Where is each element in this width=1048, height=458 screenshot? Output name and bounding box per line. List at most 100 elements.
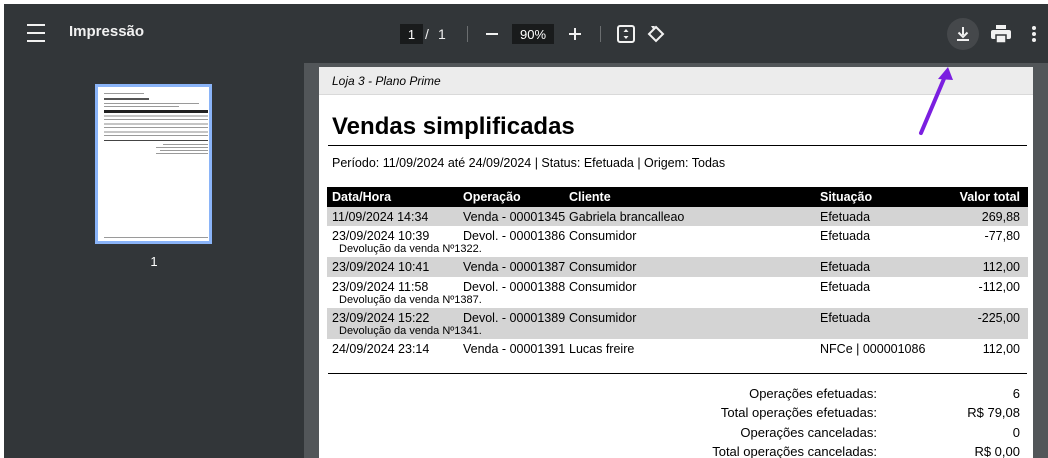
cell-client: Lucas freire bbox=[569, 342, 635, 356]
thumb-line bbox=[104, 93, 144, 94]
thumb-line bbox=[156, 147, 208, 148]
table-row: 23/09/2024 10:41 Venda - 00001387 Consum… bbox=[327, 257, 1028, 277]
summary-value: 6 bbox=[1012, 386, 1020, 401]
download-button[interactable] bbox=[947, 18, 979, 50]
more-options-button[interactable] bbox=[1027, 23, 1041, 45]
cell-status: Efetuada bbox=[820, 210, 871, 224]
table-header: Data/Hora Operação Cliente Situação Valo… bbox=[327, 187, 1028, 207]
zoom-in-button[interactable] bbox=[566, 24, 584, 44]
fit-to-page-button[interactable] bbox=[615, 23, 637, 45]
cell-operation: Venda - 00001391 bbox=[463, 342, 566, 356]
print-button[interactable] bbox=[989, 22, 1013, 46]
column-header-client: Cliente bbox=[569, 190, 611, 204]
zoom-input[interactable]: 90% bbox=[512, 24, 554, 44]
download-icon bbox=[957, 27, 969, 41]
cell-status: NFCe | 000001086 bbox=[820, 342, 926, 356]
summary-label: Operações efetuadas: bbox=[749, 386, 877, 401]
table-row: 11/09/2024 14:34 Venda - 00001345 Gabrie… bbox=[327, 207, 1028, 226]
cell-date: 23/09/2024 15:22 bbox=[332, 311, 430, 325]
zoom-out-button[interactable] bbox=[483, 24, 501, 44]
thumb-line bbox=[104, 237, 208, 238]
thumb-line bbox=[160, 150, 208, 151]
viewer-title: Impressão bbox=[69, 23, 145, 40]
more-vertical-icon bbox=[1032, 26, 1036, 42]
cell-status: Efetuada bbox=[820, 260, 871, 274]
row-note: Devolução da venda Nº1387. bbox=[339, 294, 482, 306]
row-note: Devolução da venda Nº1341. bbox=[339, 325, 482, 337]
report-title: Vendas simplificadas bbox=[332, 113, 575, 140]
cell-status: Efetuada bbox=[820, 229, 871, 243]
toolbar-divider bbox=[600, 26, 601, 42]
pdf-viewer: Impressão 1 / 1 90% 1 Loja 3 - Plano Pri… bbox=[4, 4, 1048, 458]
thumb-line bbox=[104, 103, 199, 104]
toolbar: Impressão 1 / 1 90% bbox=[4, 4, 1048, 63]
thumb-line bbox=[104, 115, 208, 117]
thumb-line bbox=[156, 153, 208, 154]
cell-value: -225,00 bbox=[977, 311, 1020, 325]
cell-client: Consumidor bbox=[569, 280, 637, 294]
cell-operation: Devol. - 00001386 bbox=[463, 229, 566, 243]
thumb-line bbox=[104, 135, 208, 136]
fit-to-page-icon bbox=[617, 25, 635, 43]
total-pages: 1 bbox=[438, 26, 446, 42]
summary-row: Operações canceladas: 0 bbox=[319, 425, 1033, 443]
summary-rule bbox=[328, 373, 1027, 374]
cell-value: 112,00 bbox=[982, 260, 1020, 274]
cell-client: Gabriela brancalleao bbox=[569, 210, 685, 224]
table-row: 23/09/2024 10:39 Devol. - 00001386 Consu… bbox=[327, 226, 1028, 257]
rotate-icon bbox=[647, 25, 665, 43]
rotate-button[interactable] bbox=[645, 23, 667, 45]
summary-value: R$ 79,08 bbox=[967, 405, 1020, 420]
toolbar-divider bbox=[467, 26, 468, 42]
column-header-operation: Operação bbox=[463, 190, 521, 204]
cell-date: 24/09/2024 23:14 bbox=[332, 342, 430, 356]
annotation-arrow-icon bbox=[919, 67, 953, 135]
summary-label: Operações canceladas: bbox=[740, 425, 877, 440]
row-note: Devolução da venda Nº1322. bbox=[339, 243, 482, 255]
cell-status: Efetuada bbox=[820, 311, 871, 325]
cell-client: Consumidor bbox=[569, 311, 637, 325]
cell-date: 23/09/2024 10:41 bbox=[332, 260, 430, 274]
summary-value: 0 bbox=[1012, 425, 1020, 440]
thumb-line bbox=[104, 127, 208, 128]
thumb-line bbox=[104, 131, 208, 133]
hamburger-icon[interactable] bbox=[26, 24, 46, 42]
thumb-line bbox=[104, 98, 149, 100]
thumbnail-sidebar: 1 bbox=[4, 63, 304, 458]
report-filters: Período: 11/09/2024 até 24/09/2024 | Sta… bbox=[332, 156, 726, 170]
cell-value: 112,00 bbox=[982, 342, 1020, 356]
summary-row: Operações efetuadas: 6 bbox=[319, 386, 1033, 404]
cell-client: Consumidor bbox=[569, 229, 637, 243]
thumbnail-page-number: 1 bbox=[150, 254, 158, 269]
cell-date: 11/09/2024 14:34 bbox=[332, 210, 429, 224]
cell-client: Consumidor bbox=[569, 260, 637, 274]
summary-value: R$ 0,00 bbox=[974, 444, 1020, 458]
current-page-input[interactable]: 1 bbox=[400, 24, 423, 44]
summary-label: Total operações canceladas: bbox=[712, 444, 877, 458]
cell-operation: Venda - 00001387 bbox=[463, 260, 566, 274]
cell-date: 23/09/2024 10:39 bbox=[332, 229, 430, 243]
cell-status: Efetuada bbox=[820, 280, 871, 294]
column-header-date: Data/Hora bbox=[332, 190, 392, 204]
page-thumbnail[interactable] bbox=[95, 84, 212, 244]
summary-label: Total operações efetuadas: bbox=[720, 405, 877, 420]
thumb-line bbox=[104, 110, 208, 113]
column-header-value: Valor total bbox=[959, 190, 1020, 204]
store-name: Loja 3 - Plano Prime bbox=[332, 74, 441, 88]
summary-row: Total operações canceladas: R$ 0,00 bbox=[319, 444, 1033, 458]
thumb-line bbox=[104, 119, 208, 120]
thumb-line bbox=[104, 140, 208, 141]
cell-operation: Devol. - 00001389 bbox=[463, 311, 566, 325]
cell-operation: Devol. - 00001388 bbox=[463, 280, 566, 294]
thumb-line bbox=[163, 144, 208, 145]
plus-icon bbox=[569, 28, 581, 40]
cell-value: -77,80 bbox=[984, 229, 1020, 243]
table-row: 24/09/2024 23:14 Venda - 00001391 Lucas … bbox=[327, 339, 1028, 359]
thumb-line bbox=[104, 123, 208, 125]
summary-row: Total operações efetuadas: R$ 79,08 bbox=[319, 405, 1033, 423]
cell-date: 23/09/2024 11:58 bbox=[332, 280, 429, 294]
minus-icon bbox=[486, 33, 498, 35]
page-separator: / bbox=[425, 26, 429, 42]
column-header-status: Situação bbox=[820, 190, 873, 204]
cell-value: 269,88 bbox=[981, 210, 1020, 224]
